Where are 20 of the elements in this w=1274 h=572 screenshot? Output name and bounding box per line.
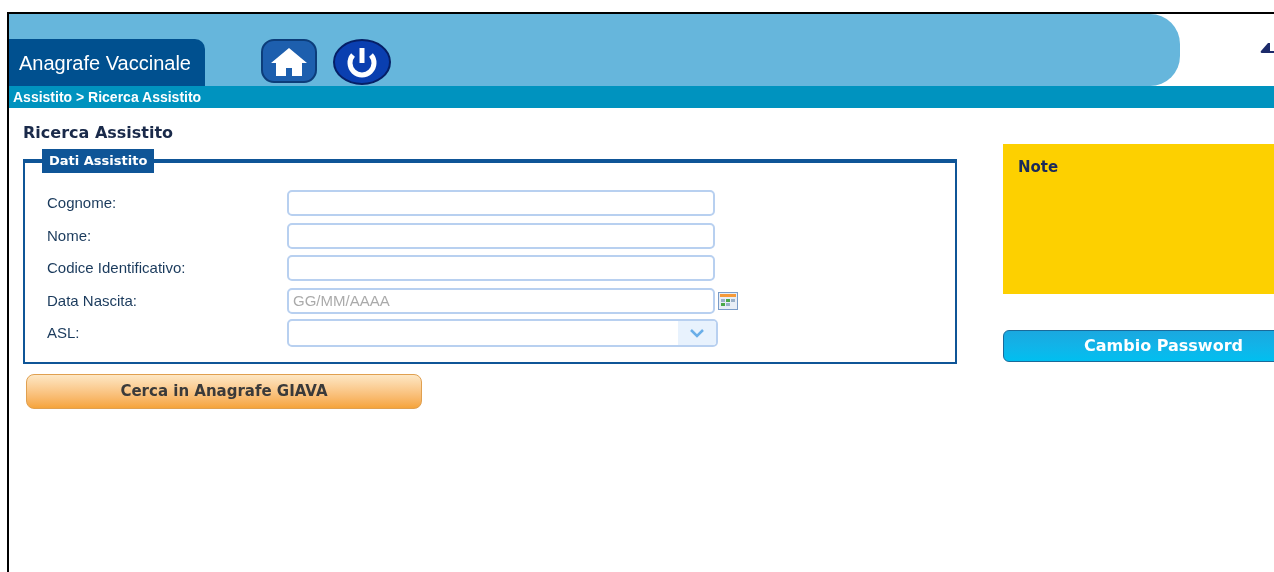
home-icon[interactable] [260,39,317,83]
field-label: Nome: [47,225,93,246]
breadcrumb: Assistito > Ricerca Assistito [13,87,202,107]
field-label: Cognome: [47,193,118,213]
note-title: Note [1018,158,1059,176]
page-title: Ricerca Assistito [23,122,175,144]
chevron-down-icon [690,328,704,338]
field-label: Codice Identificativo: [47,258,187,278]
date-field[interactable]: GG/MM/AAAA [287,287,715,314]
app-title: Anagrafe Vaccinale [9,39,205,86]
field-label: ASL: [47,323,81,343]
select-field[interactable] [287,319,718,348]
text-field[interactable] [287,222,715,249]
search-button[interactable]: Cerca in Anagrafe GIAVA [26,373,422,409]
text-field[interactable] [287,255,715,282]
power-icon[interactable] [332,39,391,85]
calendar-icon[interactable] [718,291,738,310]
text-field[interactable] [287,190,715,217]
fieldset-legend: Dati Assistito [42,149,155,173]
field-label: Data Nascita: [47,290,139,311]
